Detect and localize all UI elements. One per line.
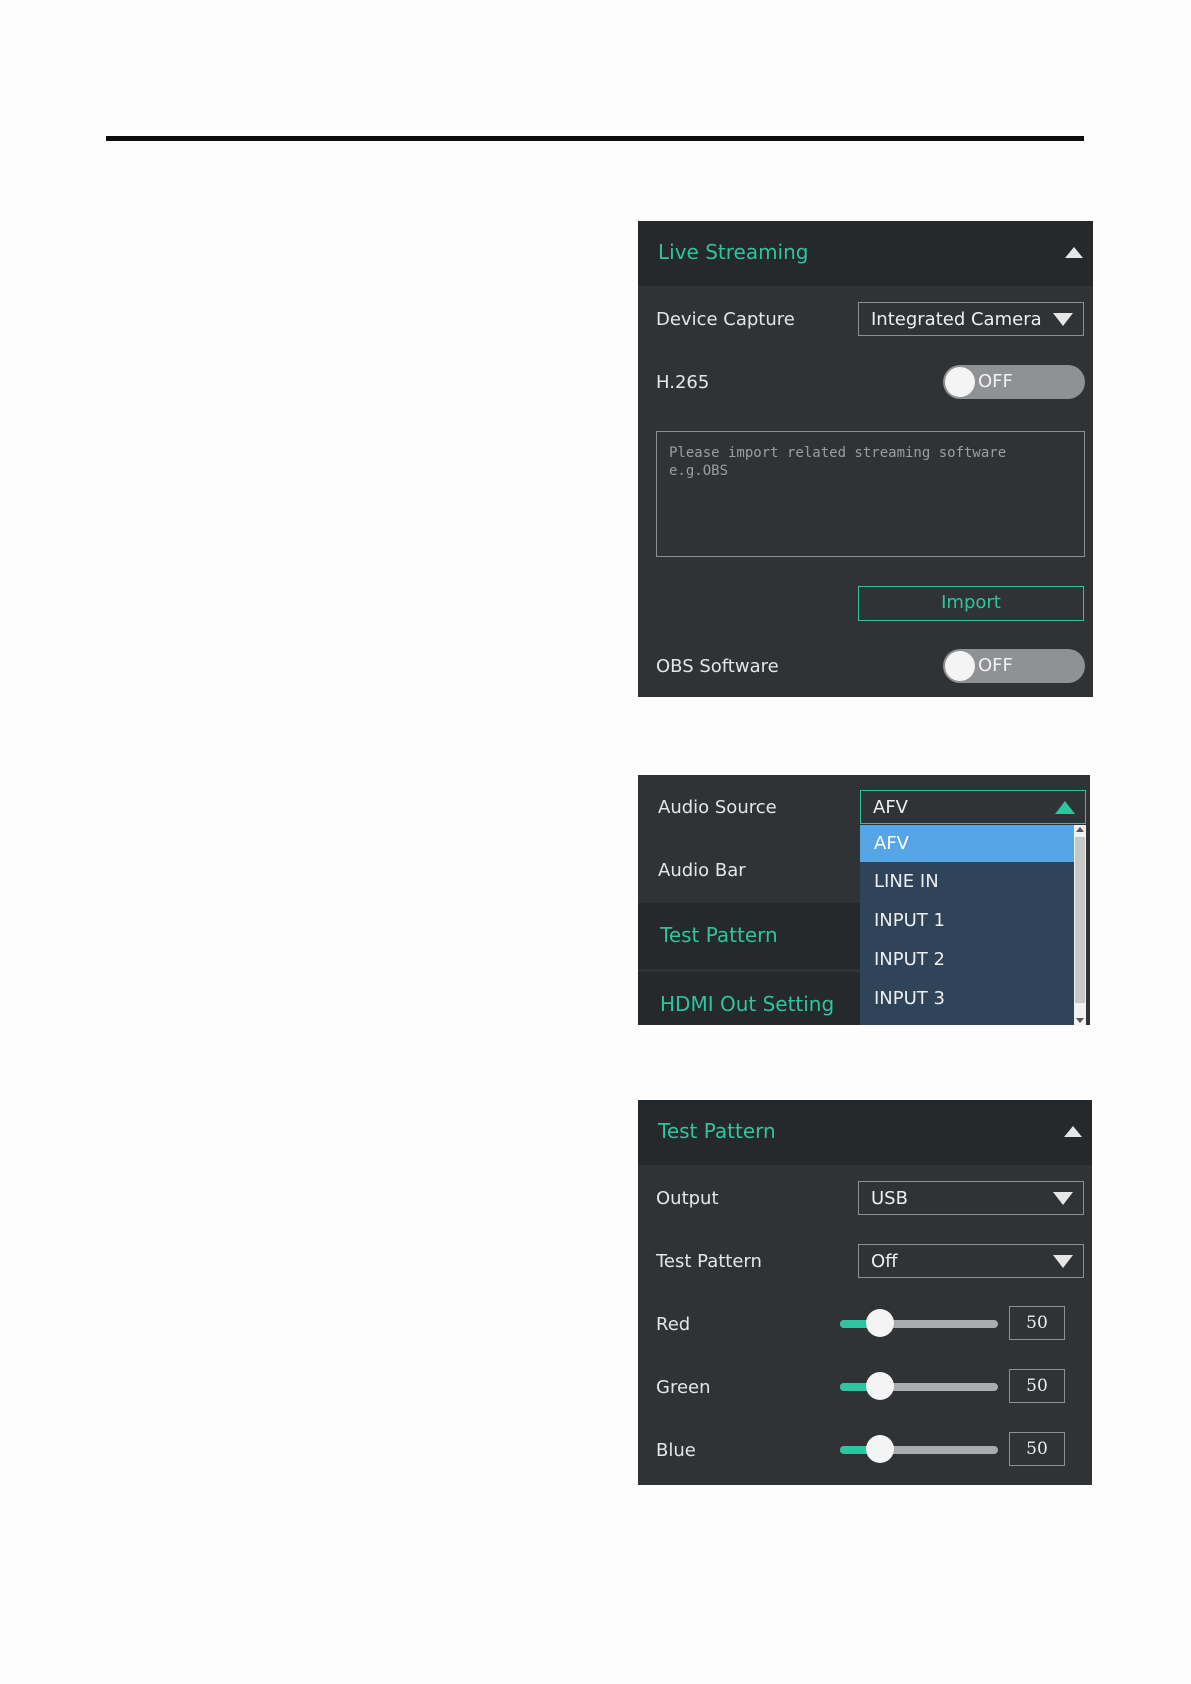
blue-slider[interactable]	[840, 1435, 998, 1463]
green-label: Green	[656, 1377, 711, 1398]
h265-toggle-state: OFF	[978, 371, 1013, 392]
audio-source-options: AFV LINE IN INPUT 1 INPUT 2 INPUT 3	[860, 825, 1074, 1025]
chevron-up-icon	[1055, 801, 1075, 814]
red-value-input[interactable]: 50	[1009, 1306, 1065, 1340]
test-pattern-title: Test Pattern	[658, 1119, 776, 1143]
test-pattern-select[interactable]: Off	[858, 1244, 1084, 1278]
output-select[interactable]: USB	[858, 1181, 1084, 1215]
device-capture-label: Device Capture	[656, 309, 795, 330]
scroll-thumb[interactable]	[1075, 837, 1085, 1003]
test-pattern-label: Test Pattern	[656, 1251, 762, 1272]
option-input-2[interactable]: INPUT 2	[860, 941, 1074, 978]
test-pattern-value: Off	[871, 1251, 898, 1272]
toggle-knob	[945, 367, 975, 397]
streaming-software-textarea[interactable]: Please import related streaming software…	[656, 431, 1085, 557]
blue-value-input[interactable]: 50	[1009, 1432, 1065, 1466]
green-slider[interactable]	[840, 1372, 998, 1400]
test-pattern-panel: Test Pattern Output USB Test Pattern Off…	[638, 1100, 1092, 1485]
obs-toggle-state: OFF	[978, 655, 1013, 676]
chevron-down-icon	[1053, 1255, 1073, 1268]
collapse-arrow-icon[interactable]	[1064, 1126, 1082, 1137]
hdmi-out-section-header[interactable]: HDMI Out Setting	[638, 972, 860, 1025]
audio-source-value: AFV	[873, 797, 908, 818]
scroll-down-icon[interactable]	[1076, 1018, 1084, 1023]
hdmi-out-section-label: HDMI Out Setting	[660, 992, 835, 1016]
red-slider-knob[interactable]	[865, 1309, 894, 1337]
test-pattern-section-label: Test Pattern	[660, 923, 778, 947]
option-line-in[interactable]: LINE IN	[860, 863, 1074, 900]
red-slider[interactable]	[840, 1309, 998, 1337]
chevron-down-icon	[1053, 313, 1073, 326]
option-input-1[interactable]: INPUT 1	[860, 902, 1074, 939]
blue-slider-knob[interactable]	[865, 1435, 894, 1463]
option-input-3[interactable]: INPUT 3	[860, 980, 1074, 1017]
import-button[interactable]: Import	[858, 586, 1084, 621]
live-streaming-header[interactable]: Live Streaming	[638, 221, 1093, 286]
live-streaming-title: Live Streaming	[658, 240, 809, 264]
obs-software-label: OBS Software	[656, 656, 779, 677]
test-pattern-header[interactable]: Test Pattern	[638, 1100, 1092, 1165]
device-capture-value: Integrated Camera	[871, 309, 1042, 330]
h265-toggle[interactable]: OFF	[943, 365, 1085, 399]
output-value: USB	[871, 1188, 908, 1209]
dropdown-scrollbar[interactable]	[1074, 825, 1086, 1025]
output-label: Output	[656, 1188, 719, 1209]
green-slider-knob[interactable]	[865, 1372, 894, 1400]
option-afv[interactable]: AFV	[860, 825, 1074, 862]
collapse-arrow-icon[interactable]	[1065, 247, 1083, 258]
page-divider	[106, 136, 1084, 141]
green-value-input[interactable]: 50	[1009, 1369, 1065, 1403]
device-capture-select[interactable]: Integrated Camera	[858, 302, 1084, 336]
obs-software-toggle[interactable]: OFF	[943, 649, 1085, 683]
h265-label: H.265	[656, 372, 710, 393]
chevron-down-icon	[1053, 1192, 1073, 1205]
audio-source-label: Audio Source	[658, 797, 777, 818]
red-label: Red	[656, 1314, 691, 1335]
audio-bar-label: Audio Bar	[658, 860, 746, 881]
scroll-up-icon[interactable]	[1076, 827, 1084, 832]
test-pattern-section-header[interactable]: Test Pattern	[638, 903, 860, 969]
audio-source-select[interactable]: AFV	[860, 790, 1086, 824]
blue-label: Blue	[656, 1440, 696, 1461]
toggle-knob	[945, 651, 975, 681]
audio-panel: Audio Source AFV Audio Bar Test Pattern …	[638, 775, 1090, 1025]
live-streaming-panel: Live Streaming Device Capture Integrated…	[638, 221, 1093, 697]
